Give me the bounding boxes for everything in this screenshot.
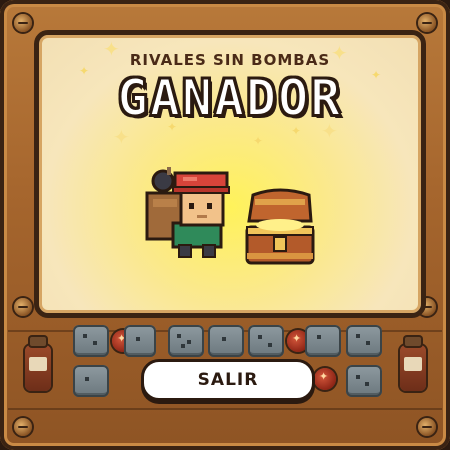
result-title: GANADOR <box>117 68 343 128</box>
result-subtitle: RIVALES SIN BOMBAS <box>129 51 331 69</box>
sparkle-icon: ✦ <box>167 120 178 134</box>
potion-jar-icon <box>25 337 51 391</box>
screw-icon <box>14 418 32 436</box>
potion-jar-icon <box>400 337 426 391</box>
stone-tile-icon <box>248 325 284 357</box>
stone-tile-icon <box>73 325 109 357</box>
stone-tile-icon <box>346 325 382 357</box>
stone-tile-icon <box>305 325 341 357</box>
sparkle-icon: ✦ <box>321 119 338 143</box>
result-panel: RIVALES SIN BOMBAS GANADOR ✦ ✦ ✦ ✦ ✦ ✦ ✦… <box>34 30 426 318</box>
treasure-chest-icon <box>245 188 315 265</box>
screw-icon <box>14 14 32 32</box>
plank-divider <box>8 408 442 410</box>
screw-icon <box>418 14 436 32</box>
sparkle-icon: ✦ <box>253 134 264 148</box>
stone-tile-icon <box>168 325 204 357</box>
sparkle-icon: ✦ <box>331 41 348 65</box>
stone-tile-icon <box>73 365 109 397</box>
bomber-character-icon <box>145 167 230 258</box>
sparkle-icon: ✦ <box>371 68 382 82</box>
stone-tile-icon <box>124 325 156 357</box>
stone-tile-icon <box>208 325 244 357</box>
screw-icon <box>418 418 436 436</box>
stone-tile-icon <box>346 365 382 397</box>
sparkle-icon: ✦ <box>291 124 302 138</box>
sparkle-icon: ✦ <box>113 125 130 149</box>
bomb-icon <box>314 368 336 390</box>
screw-icon <box>14 298 32 316</box>
sparkle-icon: ✦ <box>103 37 120 61</box>
sparkle-icon: ✦ <box>79 64 90 78</box>
exit-button[interactable]: SALIR <box>141 359 315 401</box>
